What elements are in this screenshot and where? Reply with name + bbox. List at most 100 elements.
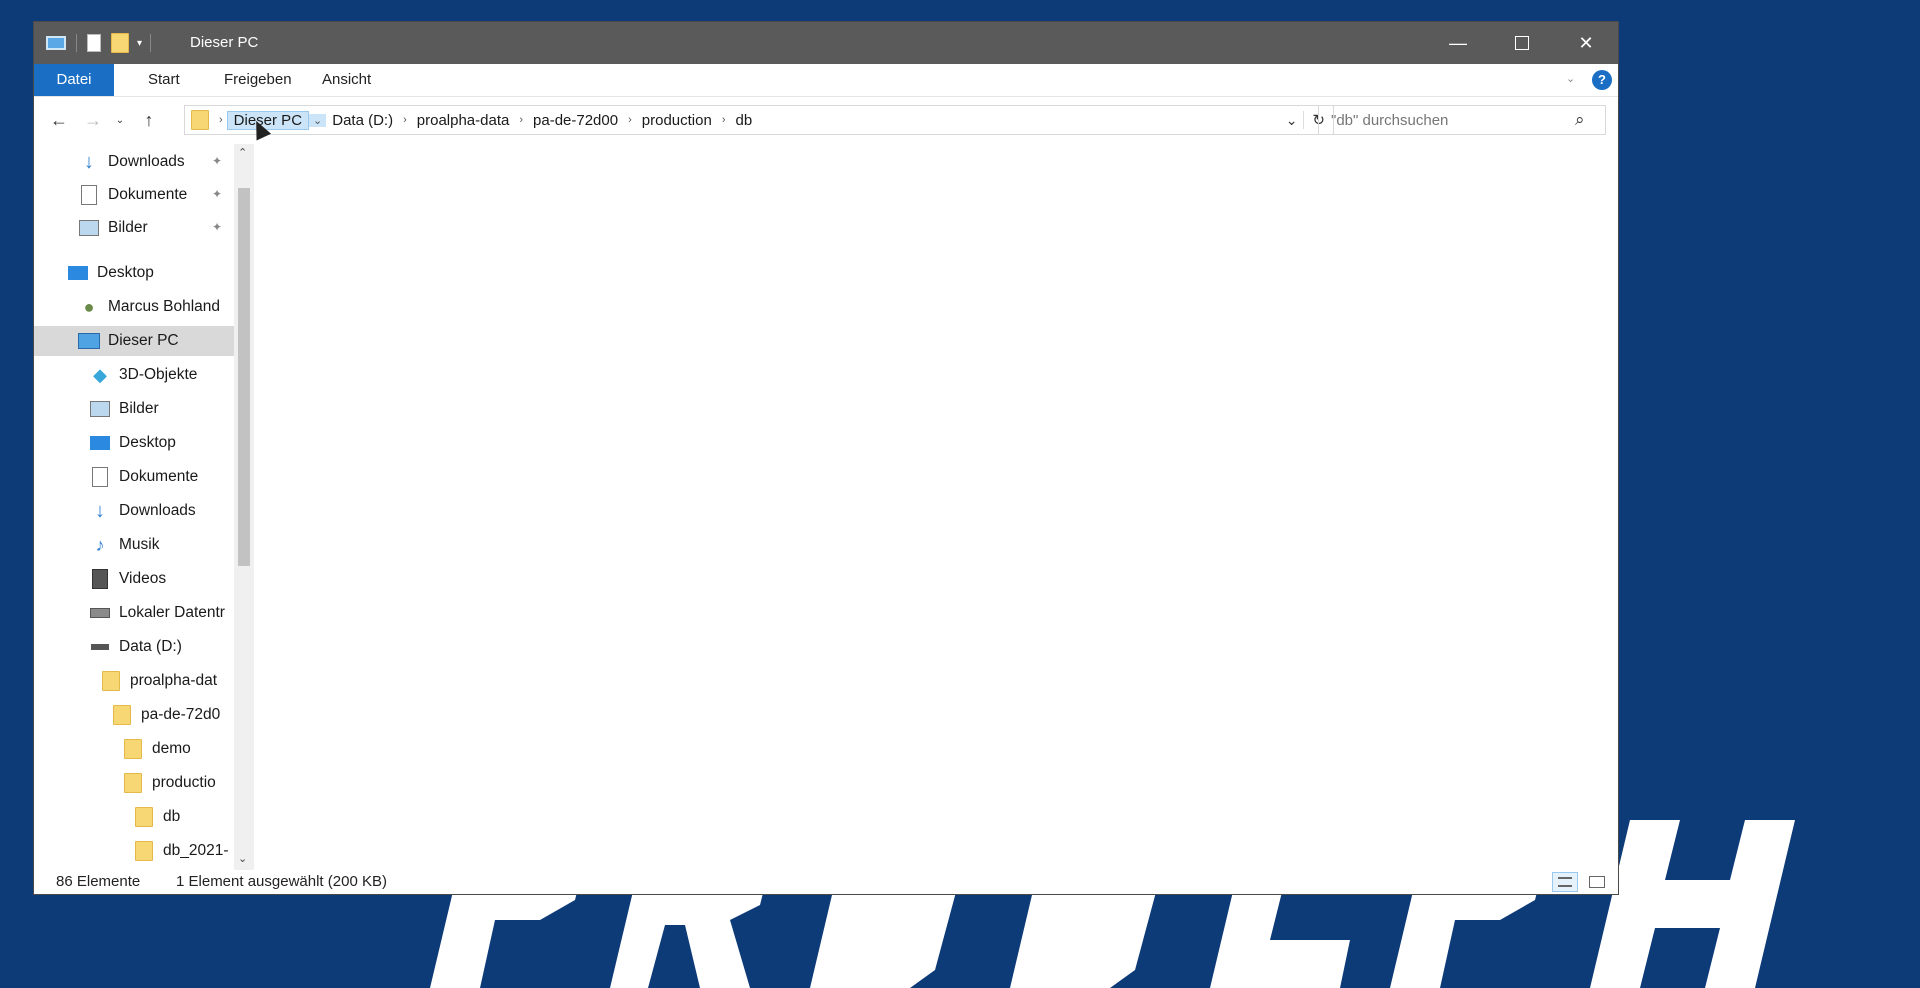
3d-objects-icon: ◆ bbox=[93, 364, 107, 385]
search-input[interactable]: "db" durchsuchen bbox=[1331, 112, 1448, 129]
up-button[interactable]: ↑ bbox=[134, 97, 164, 143]
nav-item-user[interactable]: ● Marcus Bohland bbox=[78, 292, 220, 322]
nav-item-downloads[interactable]: ↓ Downloads bbox=[89, 496, 196, 526]
folder-icon bbox=[100, 670, 122, 692]
nav-item-lokaler-datentraeger[interactable]: Lokaler Datentr bbox=[89, 598, 225, 628]
forward-button[interactable]: → bbox=[78, 97, 108, 143]
nav-folder-demo[interactable]: demo bbox=[122, 734, 191, 764]
document-icon bbox=[78, 184, 100, 206]
content-pane[interactable] bbox=[254, 144, 1618, 870]
details-view-button[interactable] bbox=[1552, 872, 1578, 892]
nav-item-videos[interactable]: Videos bbox=[89, 564, 166, 594]
nav-item-desktop-pc[interactable]: Desktop bbox=[89, 428, 176, 458]
tab-ansicht[interactable]: Ansicht bbox=[304, 64, 389, 96]
recent-locations-button[interactable]: ⌄ bbox=[110, 97, 130, 143]
help-icon[interactable]: ? bbox=[1592, 70, 1612, 90]
close-button[interactable]: ✕ bbox=[1554, 22, 1618, 64]
address-history-dropdown[interactable]: ⌄ bbox=[1280, 112, 1304, 129]
nav-item-desktop[interactable]: Desktop bbox=[67, 258, 154, 288]
properties-icon[interactable] bbox=[87, 34, 101, 52]
download-arrow-icon: ↓ bbox=[84, 150, 94, 173]
arrow-left-icon: ← bbox=[50, 109, 68, 130]
nav-folder-production[interactable]: productio bbox=[122, 768, 216, 798]
this-pc-icon bbox=[78, 330, 100, 352]
breadcrumb-db[interactable]: db bbox=[730, 112, 759, 129]
large-icons-view-button[interactable] bbox=[1584, 872, 1610, 892]
chevron-right-icon: › bbox=[628, 114, 632, 126]
scroll-up-icon[interactable]: ⌃ bbox=[238, 146, 247, 159]
folder-icon bbox=[122, 738, 144, 760]
nav-folder-proalpha-data[interactable]: proalpha-dat bbox=[100, 666, 217, 696]
address-bar[interactable]: › Dieser PC ⌄ Data (D:) › proalpha-data … bbox=[184, 105, 1334, 135]
video-icon bbox=[89, 568, 111, 590]
search-box[interactable]: "db" durchsuchen ⌕ bbox=[1318, 105, 1606, 135]
folder-icon bbox=[122, 772, 144, 794]
nav-item-bilder-quick[interactable]: Bilder bbox=[78, 213, 148, 243]
chevron-down-icon: ⌄ bbox=[115, 114, 125, 126]
chevron-right-icon: › bbox=[219, 114, 223, 126]
minimize-button[interactable]: — bbox=[1426, 22, 1490, 64]
title-bar: ▾ Dieser PC — ✕ bbox=[34, 22, 1618, 64]
maximize-button[interactable] bbox=[1490, 22, 1554, 64]
chevron-right-icon: › bbox=[721, 114, 726, 126]
chevron-right-icon: › bbox=[519, 114, 524, 126]
nav-item-bilder[interactable]: Bilder bbox=[89, 394, 159, 424]
nav-folder-db[interactable]: db bbox=[133, 802, 180, 832]
pin-icon: ✦ bbox=[212, 220, 223, 234]
breadcrumb-proalpha-data[interactable]: proalpha-data bbox=[411, 112, 516, 129]
nav-folder-db-2021[interactable]: db_2021- bbox=[133, 836, 229, 866]
folder-icon bbox=[133, 806, 155, 828]
search-icon: ⌕ bbox=[1575, 110, 1585, 129]
nav-item-data-d[interactable]: Data (D:) bbox=[89, 632, 182, 662]
pin-icon: ✦ bbox=[212, 154, 223, 168]
nav-item-3d-objekte[interactable]: ◆ 3D-Objekte bbox=[89, 360, 197, 390]
drive-icon bbox=[89, 602, 111, 624]
user-icon: ● bbox=[83, 296, 95, 317]
navigation-pane: ↓ Downloads ✦ Dokumente ✦ Bilder ✦ Deskt… bbox=[34, 144, 254, 870]
tab-datei[interactable]: Datei bbox=[34, 64, 114, 96]
window-title: Dieser PC bbox=[190, 34, 259, 51]
folder-icon bbox=[191, 110, 209, 130]
back-button[interactable]: ← bbox=[44, 97, 74, 143]
breadcrumb-data-d[interactable]: Data (D:) bbox=[326, 112, 399, 129]
explorer-window: ▾ Dieser PC — ✕ Datei Start Freigeben An… bbox=[34, 22, 1618, 894]
nav-folder-pa-de-72d00[interactable]: pa-de-72d0 bbox=[111, 700, 220, 730]
breadcrumb-production[interactable]: production bbox=[636, 112, 718, 129]
desktop-icon bbox=[89, 432, 111, 454]
new-folder-icon[interactable] bbox=[111, 33, 129, 53]
folder-icon bbox=[111, 704, 133, 726]
scrollbar-thumb[interactable] bbox=[238, 188, 250, 566]
status-bar: 86 Elemente 1 Element ausgewählt (200 KB… bbox=[34, 870, 1618, 894]
pin-icon: ✦ bbox=[212, 187, 223, 201]
pictures-icon bbox=[78, 217, 100, 239]
breadcrumb-pa-de-72d00[interactable]: pa-de-72d00 bbox=[527, 112, 624, 129]
minimize-icon: — bbox=[1449, 32, 1467, 53]
pictures-icon bbox=[89, 398, 111, 420]
chevron-right-icon: › bbox=[403, 114, 407, 126]
download-arrow-icon: ↓ bbox=[95, 499, 105, 522]
nav-item-dieser-pc[interactable]: Dieser PC bbox=[34, 326, 234, 356]
chevron-down-icon[interactable]: ⌄ bbox=[309, 113, 327, 127]
desktop-icon bbox=[67, 262, 89, 284]
this-pc-icon bbox=[46, 36, 66, 50]
nav-scrollbar[interactable]: ⌃ ⌄ bbox=[234, 144, 254, 870]
close-icon: ✕ bbox=[1578, 32, 1594, 53]
nav-item-downloads-quick[interactable]: ↓ Downloads bbox=[78, 147, 185, 177]
item-count: 86 Elemente bbox=[56, 873, 141, 890]
address-row: ← → ⌄ ↑ › Dieser PC ⌄ Data (D:) › proalp… bbox=[34, 97, 1618, 143]
details-view-icon bbox=[1558, 877, 1572, 887]
tab-freigeben[interactable]: Freigeben bbox=[206, 64, 310, 96]
nav-item-dokumente-quick[interactable]: Dokumente bbox=[78, 180, 187, 210]
large-icons-view-icon bbox=[1589, 876, 1605, 888]
nav-item-dokumente[interactable]: Dokumente bbox=[89, 462, 198, 492]
scroll-down-icon[interactable]: ⌄ bbox=[238, 852, 247, 865]
drive-icon bbox=[89, 636, 111, 658]
expand-ribbon-icon[interactable]: ⌄ bbox=[1566, 72, 1575, 85]
nav-item-musik[interactable]: ♪ Musik bbox=[89, 530, 160, 560]
selection-info: 1 Element ausgewählt (200 KB) bbox=[176, 873, 387, 890]
chevron-down-icon[interactable]: ▾ bbox=[137, 38, 142, 49]
tab-start[interactable]: Start bbox=[130, 64, 198, 96]
music-note-icon: ♪ bbox=[95, 534, 105, 555]
ribbon-tabs: Datei Start Freigeben Ansicht ⌄ ? bbox=[34, 64, 1618, 97]
arrow-up-icon: ↑ bbox=[144, 109, 154, 130]
